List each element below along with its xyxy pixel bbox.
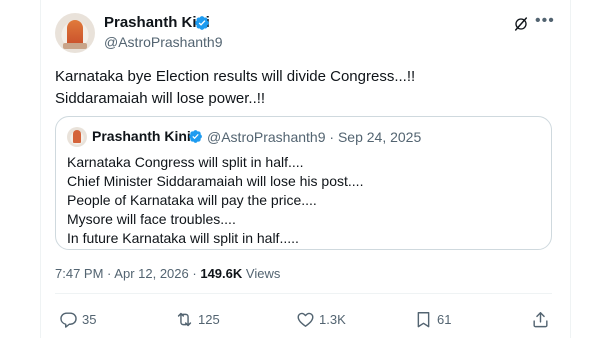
quoted-post[interactable]: Prashanth Kini @AstroPrashanth9 · Sep 24…: [55, 116, 552, 250]
post-date[interactable]: Apr 12, 2026: [114, 266, 188, 281]
bookmark-icon: [417, 311, 430, 327]
share-icon: [533, 311, 548, 327]
quoted-separator: ·: [329, 129, 335, 145]
left-border: [40, 0, 41, 338]
quoted-avatar-figure: [73, 130, 81, 143]
reply-button[interactable]: 35: [59, 309, 96, 329]
quoted-author-name: Prashanth Kini: [92, 128, 191, 144]
reply-count: 35: [82, 311, 97, 327]
right-border: [570, 0, 571, 338]
like-count: 1.3K: [319, 311, 346, 327]
avatar[interactable]: [55, 13, 95, 53]
quoted-avatar: [67, 127, 87, 147]
quoted-meta: @AstroPrashanth9 · Sep 24, 2025: [207, 129, 421, 145]
repost-button[interactable]: 125: [175, 309, 220, 329]
verified-badge-icon: [195, 16, 209, 30]
meta-separator-2: ·: [192, 266, 197, 281]
post-text: Karnataka bye Election results will divi…: [55, 68, 416, 107]
quoted-text: Karnataka Congress will split in half...…: [67, 154, 364, 246]
bookmark-count: 61: [437, 311, 452, 327]
meta-separator: ·: [107, 266, 112, 281]
repost-icon: [177, 312, 192, 326]
quoted-verified-badge-icon: [189, 130, 202, 143]
share-button[interactable]: [531, 309, 554, 329]
avatar-base: [63, 43, 87, 49]
repost-count: 125: [198, 311, 220, 327]
like-icon: [297, 312, 314, 327]
author-handle[interactable]: @AstroPrashanth9: [104, 34, 223, 50]
divider: [55, 293, 552, 294]
post-time[interactable]: 7:47 PM: [55, 266, 103, 281]
views-count: 149.6K: [200, 266, 243, 281]
quoted-date: Sep 24, 2025: [337, 129, 422, 145]
like-button[interactable]: 1.3K: [296, 309, 346, 329]
views-label: Views: [245, 266, 281, 281]
bookmark-button[interactable]: 61: [414, 309, 451, 329]
quoted-handle: @AstroPrashanth9: [207, 129, 326, 145]
post-meta: 7:47 PM · Apr 12, 2026 · 149.6K Views: [55, 266, 280, 281]
grok-icon[interactable]: [513, 16, 529, 32]
reply-icon: [60, 311, 77, 328]
more-icon[interactable]: •••: [535, 12, 555, 30]
